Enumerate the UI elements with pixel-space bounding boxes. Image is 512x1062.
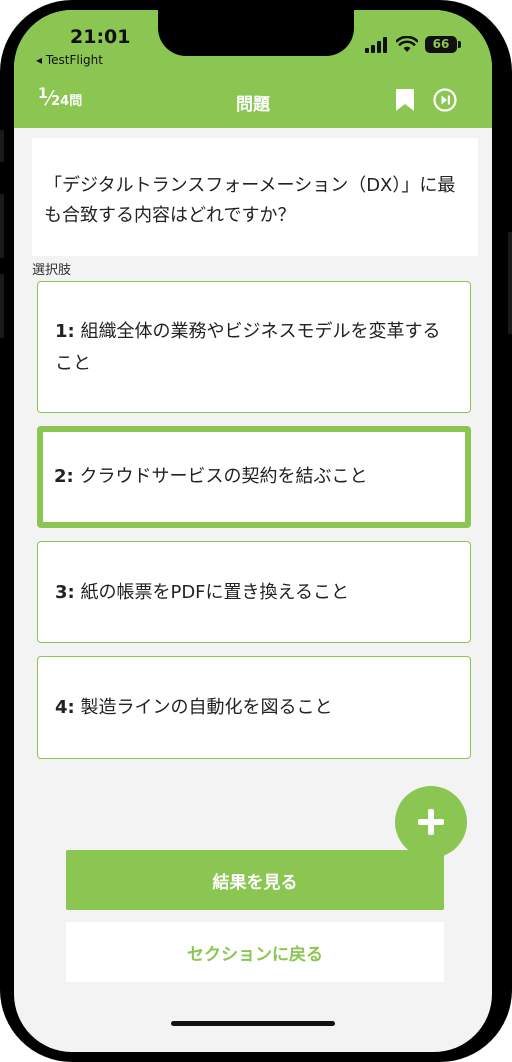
home-indicator	[171, 1021, 335, 1026]
option-3[interactable]: 3: 紙の帳票をPDFに置き換えること	[37, 541, 471, 643]
page-title: 問題	[236, 95, 270, 115]
back-to-section-button[interactable]: セクションに戻る	[66, 922, 444, 982]
option-3-label: 紙の帳票をPDFに置き換えること	[80, 582, 349, 603]
option-2[interactable]: 2: クラウドサービスの契約を結ぶこと	[37, 426, 471, 528]
view-results-button[interactable]: 結果を見る	[66, 850, 444, 910]
option-3-text: 3: 紙の帳票をPDFに置き換えること	[55, 577, 453, 609]
app-header: 21:01 ◂ TestFlight 66 1⁄24問 問題	[14, 10, 492, 128]
question-card: 「デジタルトランスフォーメーション（DX）」に最も合致する内容はどれですか？	[32, 138, 478, 256]
option-4-text: 4: 製造ラインの自動化を図ること	[55, 692, 453, 724]
screen: 21:01 ◂ TestFlight 66 1⁄24問 問題 「デジタルトランス…	[14, 10, 492, 1052]
wifi-icon	[396, 36, 418, 52]
choices-label: 選択肢	[32, 263, 72, 278]
option-3-number: 3:	[55, 582, 75, 603]
option-1-text: 1: 組織全体の業務やビジネスモデルを変革すること	[55, 316, 453, 380]
bookmark-icon[interactable]	[395, 88, 415, 112]
volume-down-button	[0, 274, 4, 338]
option-2-label: クラウドサービスの契約を結ぶこと	[79, 466, 368, 487]
question-text: 「デジタルトランスフォーメーション（DX）」に最も合致する内容はどれですか？	[44, 175, 456, 226]
option-2-number: 2:	[54, 466, 74, 487]
power-button	[508, 232, 512, 334]
battery-tip	[458, 41, 461, 48]
option-4-number: 4:	[55, 697, 75, 718]
add-button[interactable]	[395, 786, 467, 858]
option-1[interactable]: 1: 組織全体の業務やビジネスモデルを変革すること	[37, 281, 471, 413]
option-4-label: 製造ラインの自動化を図ること	[80, 697, 333, 718]
option-4[interactable]: 4: 製造ラインの自動化を図ること	[37, 656, 471, 759]
option-1-number: 1:	[55, 321, 75, 342]
notch	[158, 10, 354, 56]
plus-icon	[418, 809, 444, 835]
volume-up-button	[0, 194, 4, 258]
battery-icon: 66	[425, 36, 457, 53]
skip-forward-icon[interactable]	[433, 88, 457, 112]
option-1-label: 組織全体の業務やビジネスモデルを変革すること	[55, 321, 441, 374]
silent-switch	[0, 130, 4, 162]
cellular-signal-icon	[365, 37, 387, 53]
option-2-text: 2: クラウドサービスの契約を結ぶこと	[54, 461, 452, 493]
back-to-app-link[interactable]: ◂ TestFlight	[36, 53, 103, 67]
phone-frame: 21:01 ◂ TestFlight 66 1⁄24問 問題 「デジタルトランス…	[0, 0, 512, 1062]
status-time: 21:01	[70, 26, 131, 48]
